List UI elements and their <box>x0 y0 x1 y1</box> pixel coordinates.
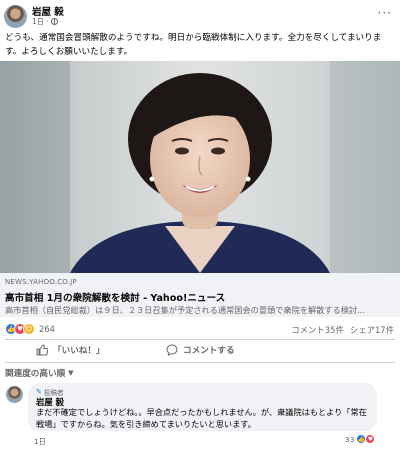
divider <box>5 362 395 363</box>
post-header: 岩屋 毅 1日 · ··· <box>0 0 400 28</box>
reaction-summary[interactable]: 👍 ♥ ☺ 264 <box>5 323 55 335</box>
author-avatar[interactable] <box>4 5 27 28</box>
post-stats: 👍 ♥ ☺ 264 コメント35件 シェア17件 <box>0 320 400 338</box>
link-preview-box[interactable]: NEWS.YAHOO.CO.JP 高市首相 1月の衆院解散を検討 - Yahoo… <box>0 273 400 317</box>
post-text: どうも、通常国会冒頭解散のようですね。明日から臨戦体制に入ります。全力を尽くして… <box>5 33 382 57</box>
post-meta: 1日 · <box>32 16 58 27</box>
commenter-avatar[interactable] <box>6 386 23 403</box>
more-options-icon[interactable]: ··· <box>378 6 392 20</box>
like-label: 「いいね！」 <box>53 346 105 356</box>
comment-bubble-icon <box>166 344 178 356</box>
thumbs-up-icon <box>36 344 48 356</box>
link-description: 高市首相（自民党総裁）は９日、２３日召集が予定される通常国会の冒頭で衆院を解散す… <box>5 305 365 315</box>
comment-count[interactable]: コメント35件 <box>291 324 344 336</box>
link-title[interactable]: 高市首相 1月の衆院解散を検討 - Yahoo!ニュース <box>5 290 225 304</box>
post-time[interactable]: 1日 <box>32 16 44 27</box>
like-button[interactable]: 「いいね！」 <box>36 344 105 356</box>
reaction-count[interactable]: 264 <box>39 324 55 334</box>
share-count[interactable]: シェア17件 <box>350 324 394 336</box>
post-actions: 「いいね！」 コメントする <box>0 341 400 361</box>
link-domain: NEWS.YAHOO.CO.JP <box>5 278 77 286</box>
author-badge-icon: ✎ <box>36 388 42 396</box>
divider <box>5 339 395 340</box>
link-preview-image[interactable] <box>0 61 400 273</box>
comment-reaction-count: 33 <box>345 434 355 444</box>
globe-icon <box>50 18 58 25</box>
comment-button[interactable]: コメントする <box>166 344 235 356</box>
comment-label: コメントする <box>183 346 235 356</box>
care-reaction-icon: ☺ <box>23 323 35 335</box>
comment-bubble: ✎ 投稿者 岩屋 毅 まだ不確定でしょうけどね。。早合点だったかもしれません。が… <box>28 383 377 431</box>
comment-reactions[interactable]: 33 👍 ♥ <box>345 434 376 444</box>
comment-text: まだ不確定でしょうけどね。。早合点だったかもしれません。が、衆議院はもとより「常… <box>36 407 367 429</box>
comment-time[interactable]: 1日 <box>34 436 46 447</box>
comment-sort-dropdown[interactable]: 関連度の高い順 ▼ <box>5 367 74 379</box>
love-reaction-icon: ♥ <box>365 434 376 444</box>
stats-right: コメント35件 シェア17件 <box>291 324 394 336</box>
chevron-down-icon: ▼ <box>68 369 74 377</box>
sort-label: 関連度の高い順 <box>5 369 66 379</box>
